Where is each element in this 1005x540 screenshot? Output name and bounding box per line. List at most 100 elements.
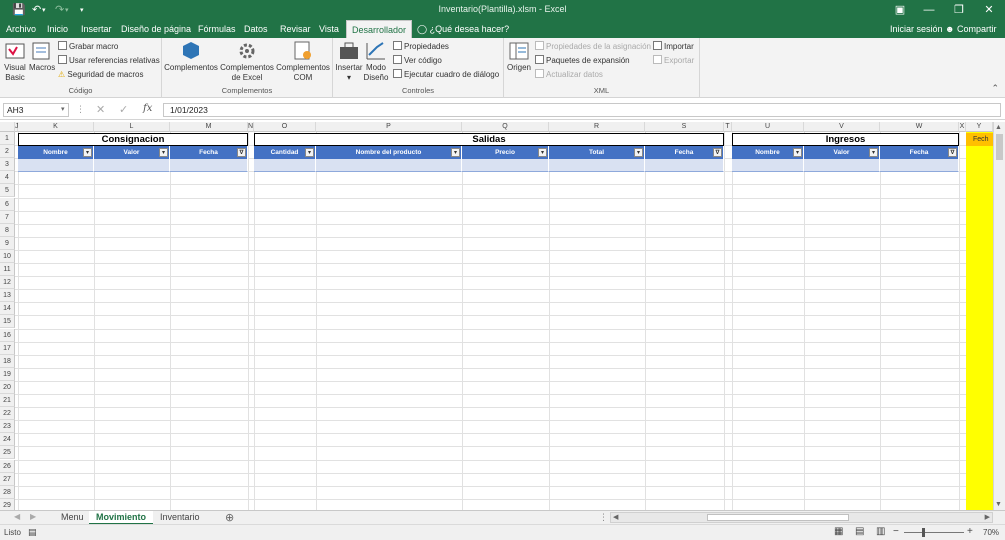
next-sheet-icon[interactable]: ▶ [30, 512, 36, 521]
tab-inicio[interactable]: Inicio [42, 20, 73, 38]
refresh-data-button[interactable]: Actualizar datos [535, 69, 603, 81]
column-header[interactable]: V [804, 122, 880, 132]
table-header-cell[interactable]: Total ▾ [549, 146, 645, 159]
scroll-right-icon[interactable]: ▶ [985, 513, 990, 521]
column-header[interactable]: T [724, 122, 732, 132]
name-box-dropdown-icon[interactable]: ▾ [61, 105, 65, 113]
section-title-salidas[interactable]: Salidas [254, 133, 724, 146]
record-macro-button[interactable]: Grabar macro [58, 41, 118, 53]
row-header[interactable]: 28 [0, 485, 15, 499]
formula-input[interactable]: 1/01/2023 [163, 103, 1001, 117]
ribbon-display-icon[interactable]: ▣ [889, 2, 911, 18]
tab-formulas[interactable]: Fórmulas [193, 20, 241, 38]
row-header[interactable]: 20 [0, 380, 15, 394]
horizontal-scrollbar[interactable]: ◀ ▶ [610, 512, 993, 523]
row-header[interactable]: 18 [0, 354, 15, 368]
scroll-down-icon[interactable]: ▼ [995, 501, 1002, 508]
name-box[interactable]: AH3 [3, 103, 69, 117]
row-header[interactable]: 16 [0, 328, 15, 342]
select-all-corner[interactable] [0, 122, 15, 132]
table-header-cell[interactable]: Nombre del producto ▾ [316, 146, 462, 159]
table-header-cell[interactable]: Cantidad ▾ [254, 146, 316, 159]
add-sheet-icon[interactable]: ⊕ [225, 511, 234, 524]
macro-record-status-icon[interactable]: ▤ [28, 527, 37, 538]
zoom-slider-thumb[interactable] [922, 528, 925, 537]
row-header[interactable]: 14 [0, 302, 15, 316]
row-header[interactable]: 27 [0, 472, 15, 486]
tab-desarrollador[interactable]: Desarrollador [346, 20, 413, 39]
tab-revisar[interactable]: Revisar [275, 20, 316, 38]
table-header-cell[interactable]: Nombre ▾ [732, 146, 804, 159]
macros-button[interactable]: Macros [29, 41, 55, 73]
table-cell[interactable] [18, 159, 94, 172]
row-header[interactable]: 24 [0, 433, 15, 447]
table-header-cell[interactable]: Nombre ▾ [18, 146, 94, 159]
filter-dropdown-icon[interactable]: ▾ [159, 148, 168, 157]
run-dialog-button[interactable]: Ejecutar cuadro de diálogo [393, 69, 499, 81]
close-icon[interactable]: ✕ [978, 2, 1000, 18]
row-header[interactable]: 22 [0, 407, 15, 421]
row-header[interactable]: 5 [0, 184, 15, 198]
com-addins-button[interactable]: Complementos COM [275, 41, 331, 83]
table-cell[interactable] [880, 159, 959, 172]
tab-diseno-pagina[interactable]: Diseño de página [116, 20, 196, 38]
column-header[interactable]: S [645, 122, 724, 132]
export-button[interactable]: Exportar [653, 55, 694, 67]
row-header[interactable]: 23 [0, 420, 15, 434]
column-header[interactable]: K [18, 122, 94, 132]
row-header[interactable]: 29 [0, 498, 15, 510]
table-header-cell[interactable]: Precio ▾ [462, 146, 549, 159]
tab-datos[interactable]: Datos [239, 20, 273, 38]
section-title-ingresos[interactable]: Ingresos [732, 133, 959, 146]
table-cell[interactable] [462, 159, 549, 172]
cancel-icon[interactable]: ✕ [96, 103, 105, 116]
normal-view-icon[interactable]: ▦ [834, 526, 843, 537]
row-header[interactable]: 11 [0, 263, 15, 277]
fecha-header-cell[interactable]: Fech [966, 133, 993, 146]
table-cell[interactable] [645, 159, 724, 172]
addins-button[interactable]: Complementos [164, 41, 218, 73]
table-header-cell[interactable]: Valor ▾ [804, 146, 880, 159]
row-header[interactable]: 15 [0, 315, 15, 329]
enter-icon[interactable]: ✓ [119, 103, 128, 116]
xml-source-button[interactable]: Origen [506, 41, 532, 73]
row-header[interactable]: 2 [0, 145, 15, 159]
zoom-level[interactable]: 70% [983, 528, 999, 537]
column-header[interactable]: W [880, 122, 959, 132]
filter-active-icon[interactable]: ∇ [237, 148, 246, 157]
column-header[interactable]: U [732, 122, 804, 132]
row-header[interactable]: 4 [0, 171, 15, 185]
row-header[interactable]: 10 [0, 249, 15, 263]
row-header[interactable]: 17 [0, 341, 15, 355]
row-header[interactable]: 7 [0, 210, 15, 224]
import-button[interactable]: Importar [653, 41, 694, 53]
sheet-tab-movimiento[interactable]: Movimiento [89, 511, 154, 525]
row-header[interactable]: 21 [0, 394, 15, 408]
properties-button[interactable]: Propiedades [393, 41, 449, 53]
vertical-scroll-thumb[interactable] [996, 134, 1003, 160]
row-header[interactable]: 8 [0, 223, 15, 237]
table-cell[interactable] [94, 159, 170, 172]
sheet-tab-menu[interactable]: Menu [54, 511, 91, 525]
page-layout-view-icon[interactable]: ▤ [855, 526, 864, 537]
filter-dropdown-icon[interactable]: ▾ [451, 148, 460, 157]
filter-dropdown-icon[interactable]: ▾ [538, 148, 547, 157]
tab-vista[interactable]: Vista [314, 20, 344, 38]
relative-refs-button[interactable]: Usar referencias relativas [58, 55, 160, 67]
row-header[interactable]: 6 [0, 197, 15, 211]
collapse-ribbon-icon[interactable]: ⌃ [991, 83, 999, 94]
tab-archivo[interactable]: Archivo [1, 20, 41, 38]
filter-dropdown-icon[interactable]: ▾ [634, 148, 643, 157]
column-header[interactable]: Y [966, 122, 993, 132]
macro-security-button[interactable]: ⚠ Seguridad de macros [58, 69, 143, 81]
view-code-button[interactable]: Ver código [393, 55, 442, 67]
table-header-cell[interactable]: Valor ▾ [94, 146, 170, 159]
zoom-slider[interactable] [904, 532, 964, 533]
column-header[interactable]: X [959, 122, 966, 132]
filter-dropdown-icon[interactable]: ▾ [305, 148, 314, 157]
row-header[interactable]: 19 [0, 367, 15, 381]
expansion-packs-button[interactable]: Paquetes de expansión [535, 55, 630, 67]
prev-sheet-icon[interactable]: ◀ [14, 512, 20, 521]
tell-me-box[interactable]: ◯ ¿Qué desea hacer? [412, 20, 514, 38]
tab-split-grip-icon[interactable]: ⋮ [599, 512, 608, 523]
